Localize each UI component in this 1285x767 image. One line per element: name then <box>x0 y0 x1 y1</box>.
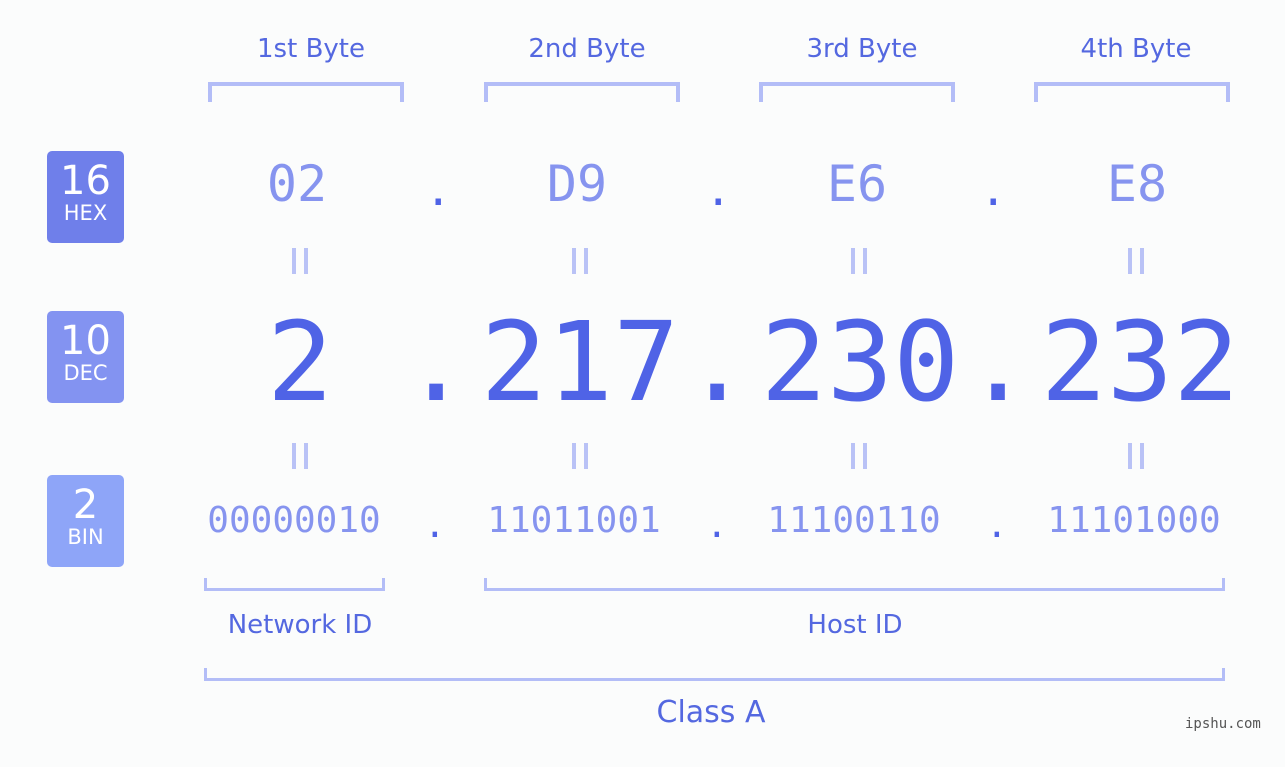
dec-base-number: 10 <box>60 318 111 364</box>
equals-icon <box>1128 443 1144 469</box>
dec-byte-3: 230 <box>760 298 960 426</box>
equals-icon <box>572 443 588 469</box>
dec-separator: . <box>965 298 1032 426</box>
dec-base-label: DEC <box>63 361 108 385</box>
dec-byte-4: 232 <box>1040 298 1240 426</box>
bin-base-number: 2 <box>72 482 99 528</box>
hex-base-label: HEX <box>63 201 108 225</box>
bin-byte-2: 11011001 <box>487 500 661 541</box>
host-id-label: Host ID <box>807 610 903 640</box>
bin-byte-3: 11100110 <box>767 500 941 541</box>
hex-separator: . <box>425 165 452 216</box>
hex-base-number: 16 <box>60 158 111 204</box>
equals-icon <box>292 443 308 469</box>
byte-bracket-4 <box>1034 82 1230 102</box>
hex-separator: . <box>705 165 732 216</box>
dec-badge: 10 DEC <box>47 311 124 403</box>
dec-byte-2: 217 <box>480 298 680 426</box>
equals-icon <box>292 248 308 274</box>
network-id-label: Network ID <box>227 610 373 640</box>
class-bracket <box>204 668 1225 681</box>
dec-separator: . <box>403 298 470 426</box>
byte-header-1: 1st Byte <box>257 34 365 64</box>
hex-badge: 16 HEX <box>47 151 124 243</box>
watermark: ipshu.com <box>1185 716 1261 732</box>
host-id-bracket <box>484 578 1225 591</box>
byte-header-2: 2nd Byte <box>528 34 646 64</box>
bin-separator: . <box>424 505 446 546</box>
hex-byte-1: 02 <box>266 155 328 213</box>
bin-separator: . <box>706 505 728 546</box>
bin-byte-4: 11101000 <box>1047 500 1221 541</box>
bin-byte-1: 00000010 <box>207 500 381 541</box>
byte-header-3: 3rd Byte <box>806 34 918 64</box>
hex-separator: . <box>980 165 1007 216</box>
equals-icon <box>851 248 867 274</box>
equals-icon <box>1128 248 1144 274</box>
class-label: Class A <box>656 695 766 730</box>
bin-badge: 2 BIN <box>47 475 124 567</box>
byte-header-4: 4th Byte <box>1080 34 1192 64</box>
hex-byte-4: E8 <box>1106 155 1168 213</box>
bin-separator: . <box>986 505 1008 546</box>
byte-bracket-2 <box>484 82 680 102</box>
dec-separator: . <box>684 298 751 426</box>
hex-byte-3: E6 <box>826 155 888 213</box>
dec-byte-1: 2 <box>266 298 334 426</box>
byte-bracket-3 <box>759 82 955 102</box>
network-id-bracket <box>204 578 385 591</box>
equals-icon <box>851 443 867 469</box>
equals-icon <box>572 248 588 274</box>
bin-base-label: BIN <box>67 525 104 549</box>
hex-byte-2: D9 <box>546 155 608 213</box>
byte-bracket-1 <box>208 82 404 102</box>
